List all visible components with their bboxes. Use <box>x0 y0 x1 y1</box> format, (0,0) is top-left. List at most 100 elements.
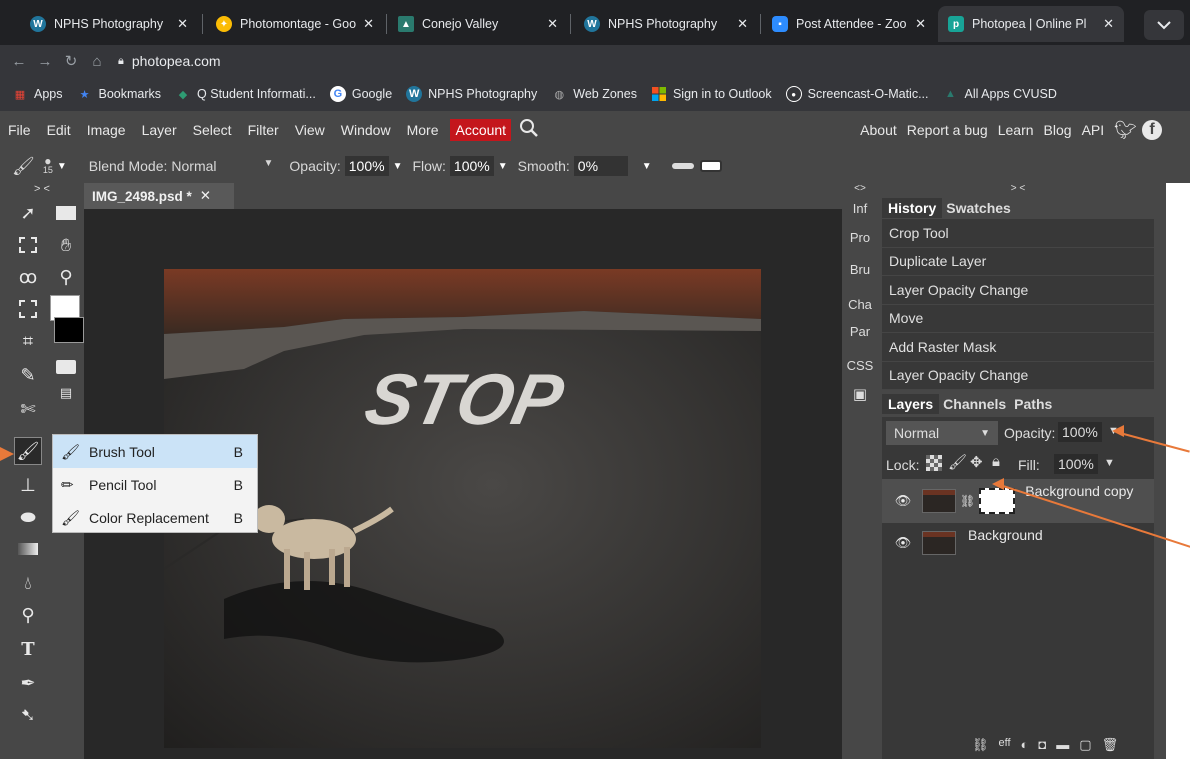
close-icon[interactable]: ✕ <box>915 16 926 32</box>
menu-image[interactable]: Image <box>79 122 134 138</box>
bookmark-screencast[interactable]: ● Screencast-O-Matic... <box>785 86 929 102</box>
close-icon[interactable]: ✕ <box>547 16 558 32</box>
bookmark-google[interactable]: G Google <box>329 86 392 102</box>
marquee-tool-icon[interactable] <box>14 231 42 259</box>
fill-arrow[interactable]: ▼ <box>1104 457 1115 469</box>
collapse-panels-button[interactable]: > < <box>882 183 1154 194</box>
menu-filter[interactable]: Filter <box>240 122 287 138</box>
brush-preset-icon[interactable]: 🖌︎ <box>12 156 35 177</box>
chain-link-icon[interactable]: ⛓︎ <box>960 494 975 508</box>
panel-character-tab[interactable]: Cha <box>842 297 878 312</box>
history-item[interactable]: Layer Opacity Change <box>882 362 1154 390</box>
smooth-slider-arrow[interactable]: ▼ <box>642 161 652 172</box>
browser-tab-nphs-2[interactable]: W NPHS Photography ✕ <box>574 6 758 42</box>
add-mask-icon[interactable]: ◘ <box>1038 737 1046 753</box>
close-icon[interactable]: ✕ <box>363 16 374 32</box>
screen-mode-icon[interactable]: ▤ <box>52 379 80 407</box>
menu-view[interactable]: View <box>287 122 333 138</box>
crop-tool-icon[interactable]: ⌗ <box>14 327 42 355</box>
tab-paths[interactable]: Paths <box>1010 396 1056 412</box>
close-icon[interactable]: ✕ <box>1103 16 1114 32</box>
browser-tab-conejo[interactable]: ▲ Conejo Valley ✕ <box>388 6 568 42</box>
flyout-pencil-tool[interactable]: ✏︎ Pencil Tool B <box>53 468 257 501</box>
blur-tool-icon[interactable]: 💧︎ <box>14 569 42 597</box>
panel-css-tab[interactable]: CSS <box>842 358 878 373</box>
clone-stamp-tool-icon[interactable]: ⊥ <box>14 471 42 499</box>
panel-brush-tab[interactable]: Bru <box>842 262 878 277</box>
facebook-icon[interactable]: f <box>1142 120 1162 140</box>
bookmark-outlook[interactable]: Sign in to Outlook <box>651 86 772 102</box>
browser-tab-photomontage[interactable]: ✦ Photomontage - Goo ✕ <box>206 6 384 42</box>
flyout-color-replacement-tool[interactable]: 🖌︎ Color Replacement B <box>53 501 257 534</box>
path-selection-tool-icon[interactable]: ➷ <box>14 701 42 729</box>
link-layers-icon[interactable]: ⛓︎ <box>972 737 989 753</box>
menu-select[interactable]: Select <box>185 122 240 138</box>
gradient-tool-icon[interactable] <box>14 535 42 563</box>
menu-more[interactable]: More <box>399 122 447 138</box>
browser-tab-photopea[interactable]: p Photopea | Online Pl ✕ <box>938 6 1124 42</box>
eye-icon[interactable]: 👁︎ <box>892 493 914 509</box>
about-link[interactable]: About <box>855 122 902 138</box>
opacity-input[interactable]: 100% <box>344 156 389 176</box>
history-item[interactable]: Layer Opacity Change <box>882 276 1154 305</box>
document-tab[interactable]: IMG_2498.psd * ✕ <box>84 183 234 209</box>
history-item[interactable]: Duplicate Layer <box>882 248 1154 276</box>
api-link[interactable]: API <box>1077 122 1110 138</box>
panel-properties-tab[interactable]: Pro <box>842 230 878 245</box>
tab-layers[interactable]: Layers <box>882 394 940 414</box>
brush-tool-icon[interactable]: 🖌︎ <box>14 437 42 465</box>
eye-icon[interactable]: 👁︎ <box>892 535 914 551</box>
lock-all-icon[interactable]: 🔒︎ <box>992 453 1000 470</box>
collapse-mini-button[interactable]: <> <box>842 183 878 194</box>
twitter-icon[interactable]: 🐦︎ <box>1109 120 1142 141</box>
layer-mask-thumbnail[interactable] <box>979 488 1016 514</box>
new-group-icon[interactable]: ▬ <box>1056 737 1069 753</box>
back-icon[interactable]: ← <box>6 53 32 70</box>
forward-icon[interactable]: → <box>32 53 58 70</box>
layer-effects-button[interactable]: eff <box>999 737 1011 753</box>
dropdown-arrow-icon[interactable]: ▼ <box>57 161 67 172</box>
search-icon[interactable] <box>511 118 547 143</box>
bookmark-bookmarks[interactable]: ★ Bookmarks <box>77 86 161 102</box>
blend-mode-select[interactable]: Normal ▼ <box>171 158 283 174</box>
bookmark-apps[interactable]: ▦ Apps <box>12 86 63 102</box>
zoom-tool-icon[interactable]: ⚲ <box>52 263 80 291</box>
hand-tool-icon[interactable]: ✋︎ <box>52 231 80 259</box>
panel-paragraph-tab[interactable]: Par <box>842 324 878 339</box>
lasso-tool-icon[interactable]: ꝏ <box>14 263 42 291</box>
panel-info-tab[interactable]: Inf <box>842 201 878 216</box>
artboard-tool-icon[interactable] <box>52 199 80 227</box>
menu-window[interactable]: Window <box>333 122 399 138</box>
eyedropper-tool-icon[interactable]: ✎ <box>14 361 42 389</box>
home-icon[interactable]: ⌂ <box>84 53 110 70</box>
fill-input[interactable]: 100% <box>1054 454 1098 474</box>
layer-row-background-copy[interactable]: 👁︎ ⛓︎ Background copy <box>882 479 1154 523</box>
color-swatches[interactable] <box>50 295 84 343</box>
reload-icon[interactable]: ↻ <box>58 52 84 70</box>
flyout-brush-tool[interactable]: 🖌︎ Brush Tool B <box>53 435 257 468</box>
menu-layer[interactable]: Layer <box>134 122 185 138</box>
lock-image-icon[interactable]: 🖌︎ <box>948 453 967 471</box>
tab-search-button[interactable] <box>1144 10 1184 40</box>
flow-slider-arrow[interactable]: ▼ <box>498 161 508 172</box>
healing-brush-tool-icon[interactable]: ✄ <box>14 395 42 423</box>
layer-row-background[interactable]: 👁︎ Background <box>882 525 1154 561</box>
close-icon[interactable]: ✕ <box>177 16 188 32</box>
adjustment-layer-icon[interactable]: ◐ <box>1021 737 1029 753</box>
layer-blend-mode-select[interactable]: Normal ▼ <box>886 421 998 445</box>
history-item[interactable]: Move <box>882 305 1154 333</box>
close-icon[interactable]: ✕ <box>737 16 748 32</box>
history-item[interactable]: Add Raster Mask <box>882 333 1154 362</box>
smooth-input[interactable]: 0% <box>573 156 628 176</box>
move-tool-icon[interactable]: ➚ <box>14 199 42 227</box>
tab-history[interactable]: History <box>882 198 943 218</box>
eraser-tool-icon[interactable]: ⬬ <box>14 503 42 531</box>
flow-input[interactable]: 100% <box>449 156 494 176</box>
pressure-size-toggle[interactable] <box>671 163 694 169</box>
trash-icon[interactable]: 🗑︎ <box>1102 737 1119 753</box>
menu-file[interactable]: File <box>0 122 39 138</box>
menu-edit[interactable]: Edit <box>39 122 79 138</box>
report-bug-link[interactable]: Report a bug <box>902 122 993 138</box>
lock-position-icon[interactable]: ✥ <box>970 453 983 471</box>
type-tool-icon[interactable]: T <box>14 635 42 663</box>
